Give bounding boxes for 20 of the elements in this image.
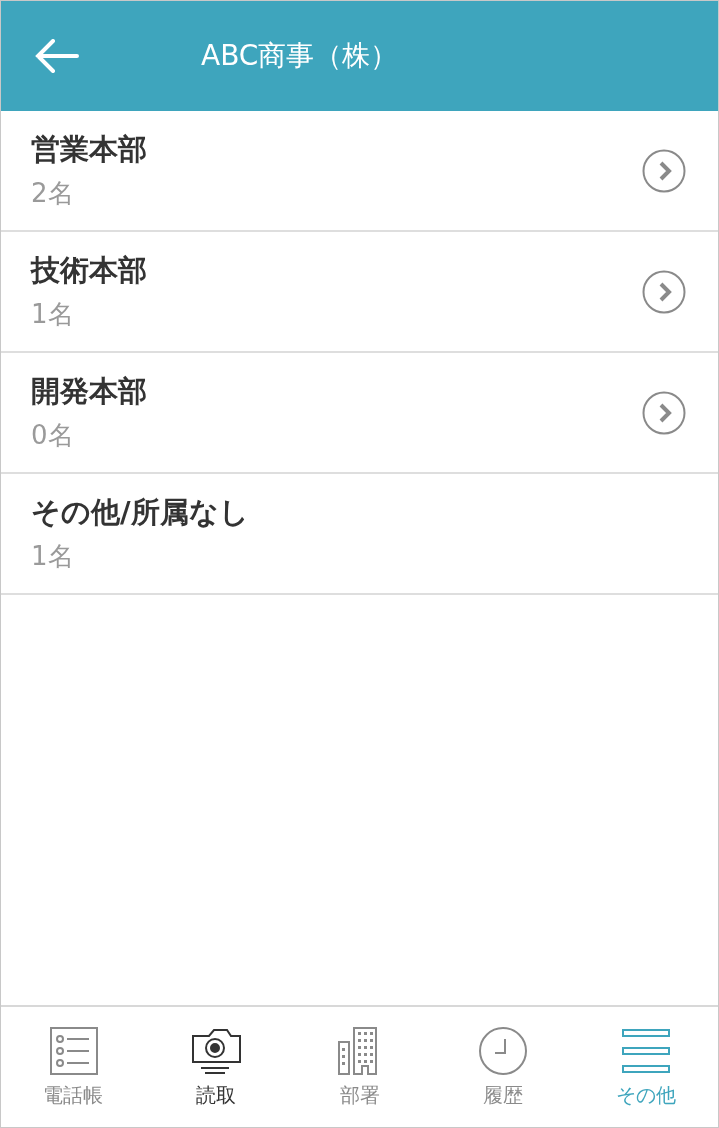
department-name: 開発本部 xyxy=(31,373,148,410)
tab-item[interactable]: 電話帳 xyxy=(1,1007,145,1127)
member-count: 2名 xyxy=(31,177,75,210)
department-row[interactable]: その他/所属なし 1名 xyxy=(1,474,718,595)
member-count: 0名 xyxy=(31,419,75,452)
department-name: その他/所属なし xyxy=(31,494,250,531)
header-title: ABC商事（株） xyxy=(201,38,399,74)
clock-icon xyxy=(476,1025,529,1076)
tab-item[interactable]: 履歴 xyxy=(431,1007,575,1127)
department-row[interactable]: 営業本部 2名 xyxy=(1,111,718,232)
back-button[interactable] xyxy=(35,39,79,73)
department-row[interactable]: 技術本部 1名 xyxy=(1,232,718,353)
member-count: 1名 xyxy=(31,540,75,573)
tab-item[interactable]: 部署 xyxy=(287,1007,432,1127)
back-arrow-icon xyxy=(35,39,79,73)
department-name: 営業本部 xyxy=(31,131,148,168)
member-count: 1名 xyxy=(31,298,75,331)
department-name: 技術本部 xyxy=(31,252,148,289)
department-row[interactable]: 開発本部 0名 xyxy=(1,353,718,474)
tab-item[interactable]: 読取 xyxy=(144,1007,288,1127)
